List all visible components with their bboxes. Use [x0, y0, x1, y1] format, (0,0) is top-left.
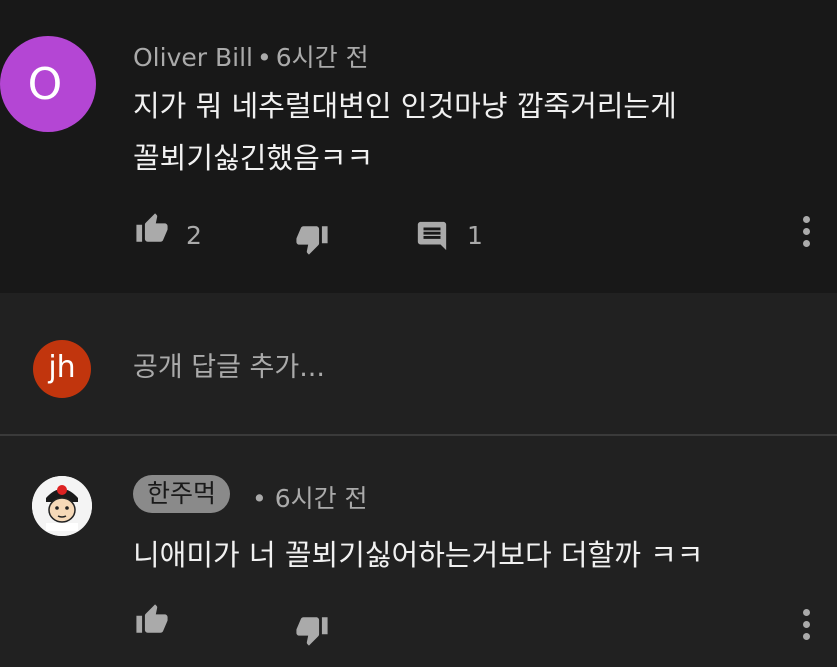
author-chip[interactable]: 한주먹: [133, 475, 231, 513]
comment-text: 니애미가 너 꼴뵈기싫어하는거보다 더할까 ㅋㅋ: [133, 538, 704, 572]
reply-bar: [0, 293, 837, 435]
comment-text-line: 지가 뭐 네추럴대변인 인것마냥 깝죽거리는게: [133, 89, 677, 123]
author-name[interactable]: Oliver Bill: [133, 43, 253, 72]
more-vert-icon[interactable]: [803, 216, 813, 252]
more-vert-icon[interactable]: [803, 609, 813, 645]
reply-input[interactable]: 공개 답글 추가...: [133, 345, 325, 384]
avatar[interactable]: O: [0, 36, 96, 132]
meta-separator: •: [252, 484, 267, 513]
avatar-text: jh: [48, 349, 76, 385]
meta-separator: •: [256, 43, 272, 72]
thumbs-up-icon[interactable]: [133, 212, 171, 246]
comment-text: 지가 뭐 네추럴대변인 인것마냥 깝죽거리는게 꼴뵈기싫긴했음ㅋㅋ: [133, 80, 677, 184]
like-count: 2: [186, 221, 202, 250]
reply-count: 1: [467, 221, 483, 250]
comment-meta: Oliver Bill • 6시간 전: [133, 38, 369, 74]
comment-icon[interactable]: [415, 219, 449, 253]
thumbs-down-icon[interactable]: [293, 222, 331, 256]
avatar: jh: [33, 340, 91, 398]
thumbs-up-icon[interactable]: [133, 603, 171, 637]
comment-time[interactable]: 6시간 전: [275, 484, 368, 513]
comment-meta: • 6시간 전: [252, 479, 368, 515]
avatar-letter: O: [27, 58, 63, 110]
cartoon-avatar-icon: [32, 476, 92, 536]
avatar[interactable]: [32, 476, 92, 536]
comment-time[interactable]: 6시간 전: [276, 43, 369, 72]
comment-text-line: 꼴뵈기싫긴했음ㅋㅋ: [133, 141, 374, 175]
thumbs-down-icon[interactable]: [293, 613, 331, 647]
